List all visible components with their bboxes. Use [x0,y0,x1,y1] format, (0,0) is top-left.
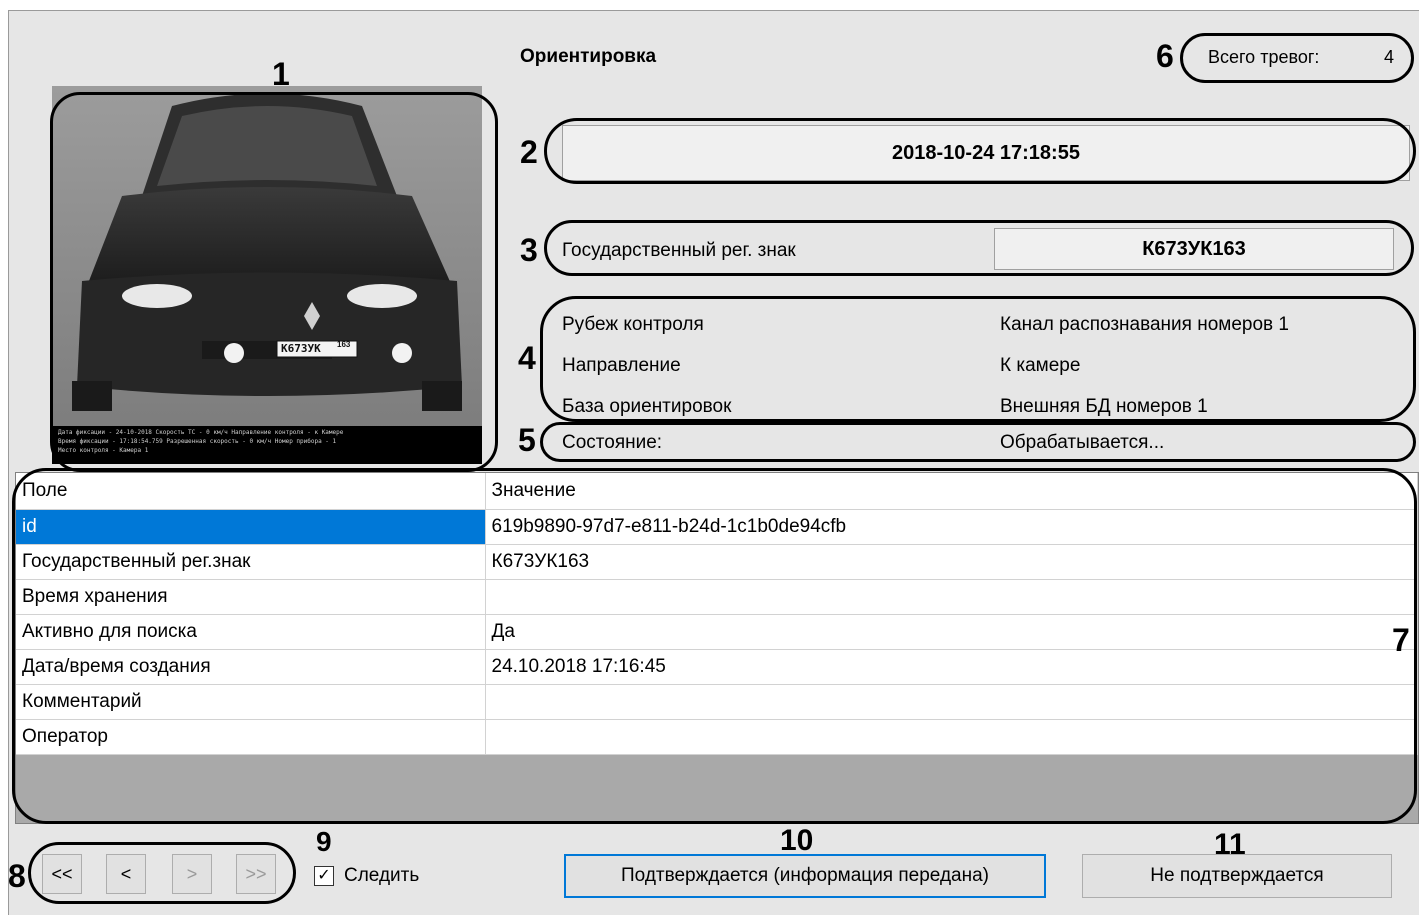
callout-4: 4 [518,340,536,376]
callout-3: 3 [520,232,538,268]
table-row[interactable]: id 619b9890-97d7-e811-b24d-1c1b0de94cfb [16,509,1418,545]
info-label-line: Рубеж контроля [562,314,704,335]
page-title: Ориентировка [520,46,657,67]
callout-10: 10 [780,824,814,857]
callout-1: 1 [272,56,290,92]
plate-field: К673УК163 [994,228,1394,270]
cell-value[interactable]: 24.10.2018 17:16:45 [485,649,1418,685]
caption-line: Дата фиксации - 24-10-2018 Скорость ТС -… [58,429,344,436]
table-row[interactable]: Государственный рег.знак К673УК163 [16,544,1418,580]
info-label-direction: Направление [562,355,681,376]
callout-7: 7 [1392,622,1410,658]
column-header-field[interactable]: Поле [16,473,486,510]
cell-value[interactable]: Да [485,614,1418,650]
confirm-button[interactable]: Подтверждается (информация передана) [564,854,1046,898]
info-label-database: База ориентировок [562,396,732,417]
next-page-button[interactable]: > [172,854,212,894]
cell-field[interactable]: Время хранения [16,579,486,615]
first-page-button[interactable]: << [42,854,82,894]
cell-value[interactable] [485,579,1418,615]
info-value-line: Канал распознавания номеров 1 [1000,314,1289,335]
properties-table[interactable]: Поле Значение id 619b9890-97d7-e811-b24d… [15,472,1419,824]
cell-field[interactable]: Активно для поиска [16,614,486,650]
info-value-database: Внешняя БД номеров 1 [1000,396,1208,417]
car-image [52,86,482,464]
status-value: Обрабатывается... [1000,432,1165,453]
table-row[interactable]: Комментарий [16,684,1418,720]
reject-button[interactable]: Не подтверждается [1082,854,1392,898]
cell-field[interactable]: Дата/время создания [16,649,486,685]
vehicle-photo: К673УК 163 Дата фиксации - 24-10-2018 Ск… [52,86,482,464]
photo-plate-region: 163 [337,340,351,349]
timestamp-field: 2018-10-24 17:18:55 [562,125,1410,181]
photo-caption: Дата фиксации - 24-10-2018 Скорость ТС -… [52,426,482,464]
table-row[interactable]: Активно для поиска Да [16,614,1418,650]
cell-value[interactable]: К673УК163 [485,544,1418,580]
callout-5: 5 [518,422,536,458]
caption-line: Время фиксации - 17:18:54.759 Разрешенна… [58,438,337,445]
callout-9: 9 [316,826,332,857]
follow-label[interactable]: Следить [344,865,419,887]
cell-field[interactable]: Государственный рег.знак [16,544,486,580]
cell-value[interactable]: 619b9890-97d7-e811-b24d-1c1b0de94cfb [485,509,1418,545]
cell-value[interactable] [485,684,1418,720]
total-alarms-value: 4 [1384,47,1395,67]
callout-8: 8 [8,858,26,894]
callout-6: 6 [1156,38,1174,74]
cell-field[interactable]: id [16,509,486,545]
plate-label: Государственный рег. знак [562,240,796,261]
previous-page-button[interactable]: < [106,854,146,894]
table-row[interactable]: Дата/время создания 24.10.2018 17:16:45 [16,649,1418,685]
table-row[interactable]: Время хранения [16,579,1418,615]
table-header-row: Поле Значение [16,473,1418,510]
follow-checkbox[interactable]: ✓ [314,866,334,886]
cell-field[interactable]: Оператор [16,719,486,755]
info-value-direction: К камере [1000,355,1081,376]
last-page-button[interactable]: >> [236,854,276,894]
cell-field[interactable]: Комментарий [16,684,486,720]
status-label: Состояние: [562,432,663,453]
total-alarms-label: Всего тревог: [1208,47,1320,67]
caption-line: Место контроля - Камера 1 [58,447,149,454]
photo-plate-text: К673УК [281,342,321,355]
table-row[interactable]: Оператор [16,719,1418,755]
column-header-value[interactable]: Значение [485,473,1418,510]
cell-value[interactable] [485,719,1418,755]
callout-2: 2 [520,134,538,170]
